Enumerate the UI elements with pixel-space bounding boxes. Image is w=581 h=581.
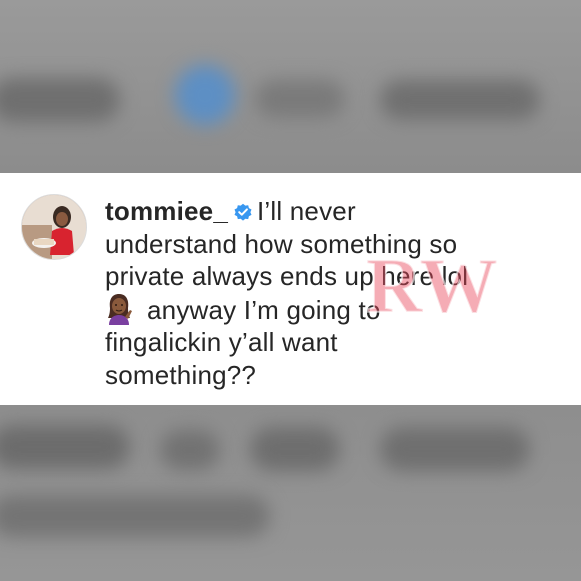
blurred-shape xyxy=(255,80,345,118)
blurred-shape xyxy=(0,425,130,469)
comment-line: anyway I’m going to xyxy=(147,294,381,325)
blurred-top-background xyxy=(0,0,581,173)
avatar[interactable] xyxy=(21,194,87,260)
blurred-shape xyxy=(0,495,270,537)
avatar-image xyxy=(22,195,86,259)
blurred-shape xyxy=(250,427,340,471)
blurred-shape xyxy=(380,80,540,120)
comment-line: fingalickin y’all want xyxy=(105,327,338,357)
verified-badge-icon xyxy=(234,203,252,221)
woman-gesturing-emoji-icon xyxy=(108,293,132,325)
watermark-logo: RW xyxy=(365,246,499,326)
blurred-bottom-background xyxy=(0,405,581,581)
blurred-shape xyxy=(160,430,220,470)
blurred-shape xyxy=(380,427,530,471)
svg-text:RW: RW xyxy=(366,246,498,326)
comment-line: I’ll never xyxy=(256,196,356,226)
blurred-shape xyxy=(175,65,235,125)
username-link[interactable]: tommiee_ xyxy=(105,196,228,226)
comment-line: something?? xyxy=(105,359,257,390)
blurred-shape xyxy=(0,78,120,122)
